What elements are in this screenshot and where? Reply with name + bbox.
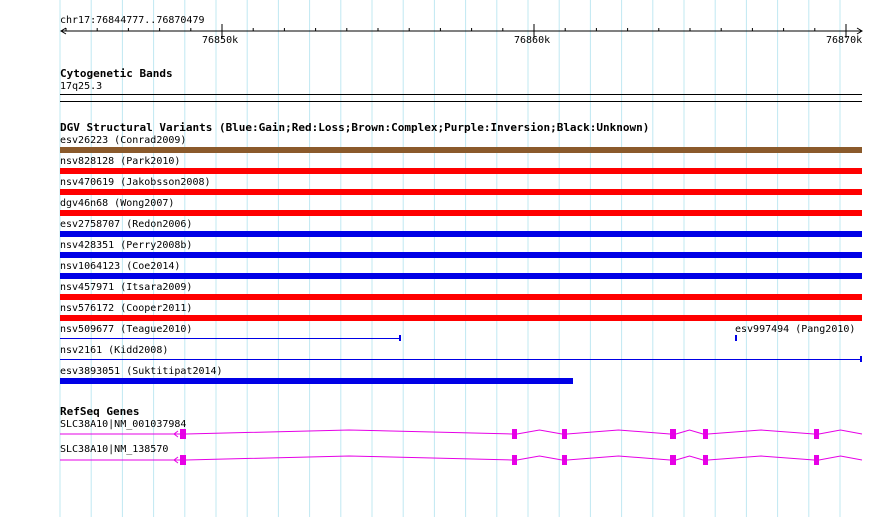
intron-line <box>675 455 704 461</box>
intron-line <box>707 455 815 461</box>
exon <box>814 429 819 439</box>
intron-line <box>185 429 513 435</box>
exon <box>180 429 186 439</box>
intron-line <box>818 429 863 435</box>
exon <box>562 455 567 465</box>
intron-line <box>185 455 513 461</box>
exon <box>703 455 708 465</box>
intron-line <box>675 429 704 435</box>
exon <box>814 455 819 465</box>
exon <box>670 429 676 439</box>
intron-line <box>516 455 563 461</box>
exon <box>703 429 708 439</box>
intron-line <box>818 455 863 461</box>
exon <box>512 429 517 439</box>
intron-line <box>707 429 815 435</box>
exon <box>180 455 186 465</box>
intron-line <box>566 455 671 461</box>
intron-line <box>516 429 563 435</box>
exon <box>670 455 676 465</box>
exon <box>512 455 517 465</box>
exon <box>562 429 567 439</box>
refseq-gene-models[interactable] <box>0 0 890 517</box>
intron-line <box>566 429 671 435</box>
